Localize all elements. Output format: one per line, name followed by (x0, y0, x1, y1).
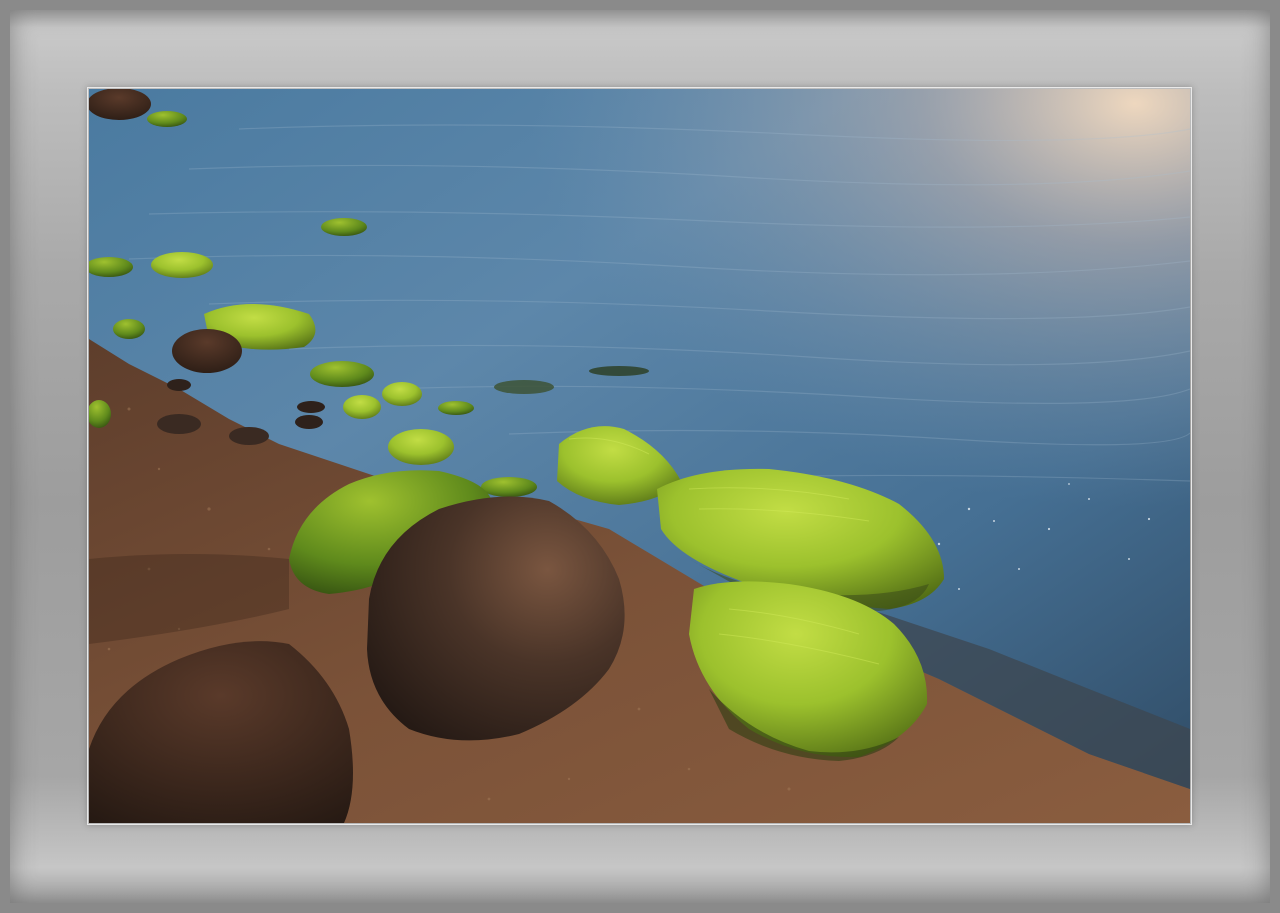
photo-canvas (89, 89, 1190, 823)
landscape-photo (89, 89, 1190, 823)
